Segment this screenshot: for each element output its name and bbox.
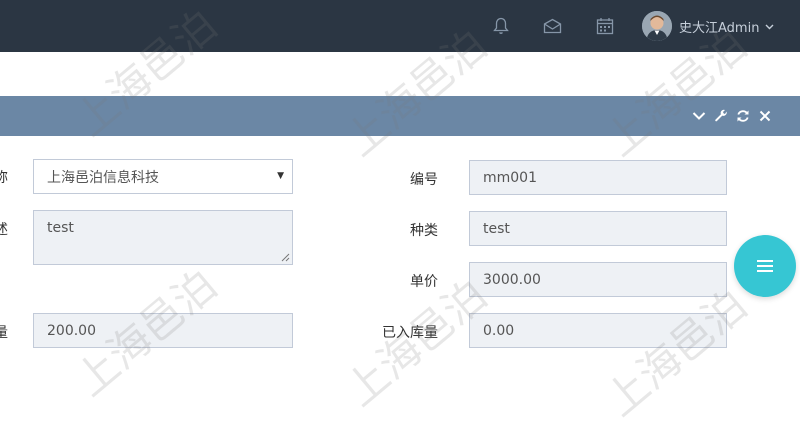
price-value: 3000.00: [483, 271, 541, 288]
remark-textarea[interactable]: test: [33, 210, 293, 265]
close-icon: [759, 110, 771, 122]
code-field[interactable]: mm001: [469, 160, 727, 195]
chevron-down-icon: [692, 112, 706, 120]
username: 史大江Admin: [679, 20, 760, 36]
category-field[interactable]: test: [469, 211, 727, 246]
stocked-field[interactable]: 0.00: [469, 313, 727, 348]
avatar: [642, 11, 672, 41]
bell-icon[interactable]: [491, 16, 511, 36]
remark-value: test: [47, 220, 74, 236]
price-field[interactable]: 3000.00: [469, 262, 727, 297]
user-menu[interactable]: 史大江Admin: [642, 11, 774, 41]
config-button[interactable]: [710, 96, 732, 136]
category-label: 种类: [410, 223, 438, 239]
quantity-label: 量: [0, 325, 8, 341]
remove-button[interactable]: [754, 96, 776, 136]
category-value: test: [483, 220, 510, 237]
price-label: 单价: [410, 274, 438, 290]
resize-handle-icon[interactable]: [281, 253, 290, 262]
quantity-field[interactable]: 200.00: [33, 313, 293, 348]
portlet-header: [0, 96, 800, 136]
remark-label: 述: [0, 222, 8, 238]
wrench-icon: [715, 109, 727, 122]
quantity-value: 200.00: [47, 322, 96, 339]
reload-button[interactable]: [732, 96, 754, 136]
menu-icon: [757, 260, 773, 272]
refresh-icon: [737, 110, 749, 122]
code-label: 编号: [410, 172, 438, 188]
company-label: 称: [0, 170, 8, 186]
company-select[interactable]: 上海邑泊信息科技 ▼: [33, 159, 293, 194]
quick-nav-button[interactable]: [734, 235, 796, 297]
stocked-value: 0.00: [483, 322, 515, 339]
portlet-tools: [688, 96, 776, 136]
select-arrow-icon: ▼: [277, 171, 284, 181]
code-value: mm001: [483, 169, 537, 186]
chevron-down-icon: [765, 20, 774, 33]
collapse-button[interactable]: [688, 96, 710, 136]
envelope-icon[interactable]: [542, 16, 562, 36]
top-navbar: 史大江Admin: [0, 0, 800, 52]
company-value: 上海邑泊信息科技: [47, 169, 159, 186]
calendar-icon[interactable]: [595, 16, 615, 36]
stocked-label: 已入库量: [382, 325, 438, 341]
